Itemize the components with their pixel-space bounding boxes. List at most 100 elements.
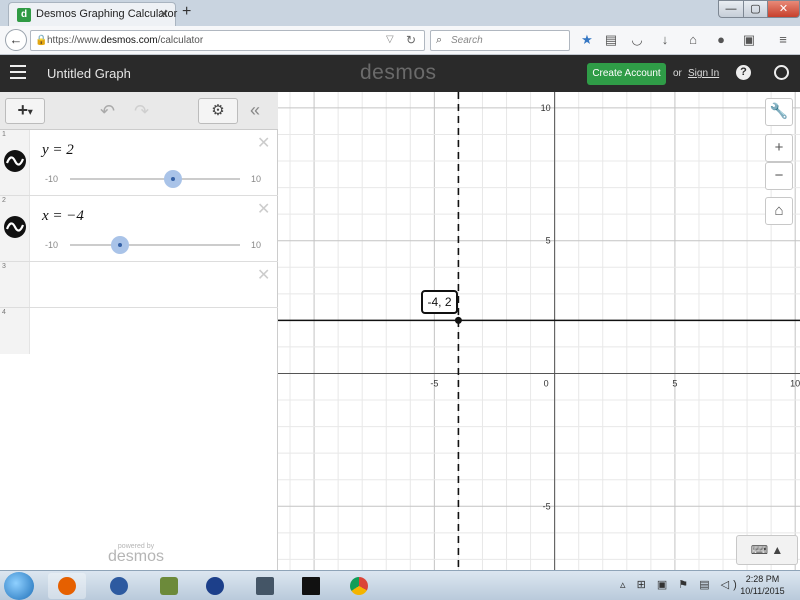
slider-track[interactable] <box>70 178 240 180</box>
taskbar-thunderbird[interactable] <box>100 573 138 599</box>
taskbar-app[interactable] <box>196 573 234 599</box>
powered-by-desmos: powered by desmos <box>108 543 164 566</box>
browser-tab[interactable]: d Desmos Graphing Calculator ✕ <box>8 2 178 26</box>
y-tick-label: 10 <box>541 103 551 113</box>
default-viewport-button[interactable]: ⌂ <box>765 197 793 225</box>
back-button[interactable]: ← <box>5 29 27 51</box>
new-tab-button[interactable]: + <box>182 4 191 20</box>
expression-row[interactable]: 1 y = 2 ✕ -10 10 <box>0 130 278 196</box>
app-icon <box>256 577 274 595</box>
graph-style-toggle-icon[interactable] <box>4 150 26 172</box>
slider-max[interactable]: 10 <box>251 240 261 250</box>
zoom-in-button[interactable]: + <box>765 134 793 162</box>
point-coordinate-label[interactable]: -4, 2 <box>421 290 458 314</box>
graph-settings-wrench-button[interactable]: 🔧 <box>765 98 793 126</box>
slider-max[interactable]: 10 <box>251 174 261 184</box>
window-close-button[interactable]: ✕ <box>767 0 800 18</box>
hamburger-menu-icon[interactable] <box>10 65 26 79</box>
graph-paper[interactable]: -5 0 5 10 10 5 -5 -4, 2 🔧 + − ⌂ ⌨ ▲ <box>278 92 800 570</box>
graph-style-toggle-icon[interactable] <box>4 216 26 238</box>
slider-knob[interactable] <box>164 170 182 188</box>
x-tick-label: -5 <box>430 378 438 388</box>
expression-row[interactable]: 3 ✕ <box>0 262 278 308</box>
app-header: Untitled Graph desmos Create Account or … <box>0 55 800 92</box>
add-expression-button[interactable]: +▾ <box>5 98 45 124</box>
redo-icon[interactable]: ↷ <box>134 101 149 122</box>
expression-input[interactable]: y = 2 <box>42 142 74 159</box>
keypad-toggle-button[interactable]: ⌨ ▲ <box>736 535 798 565</box>
caret-up-icon: ▲ <box>771 543 784 557</box>
reload-icon[interactable]: ↻ <box>406 33 416 47</box>
home-icon[interactable]: ⌂ <box>684 31 702 49</box>
taskbar-chrome[interactable] <box>340 573 378 599</box>
x-tick-label: 5 <box>672 378 677 388</box>
bookmark-star-icon[interactable]: ★ <box>578 31 596 49</box>
back-arrow-icon: ← <box>9 32 23 47</box>
windows-taskbar: ▵ ⊞ ▣ ⚑ ▤ ◁) 2:28 PM 10/11/2015 <box>0 570 800 600</box>
pocket-icon[interactable]: ◡ <box>628 31 646 49</box>
delete-expression-icon[interactable]: ✕ <box>257 265 270 285</box>
expression-index: 3 <box>2 263 6 270</box>
chrome-icon <box>350 577 368 595</box>
graph-settings-button[interactable]: ⚙ <box>198 98 238 124</box>
bookmarks-list-icon[interactable]: ▤ <box>602 31 620 49</box>
or-text: or <box>673 68 682 79</box>
download-icon[interactable]: ↓ <box>656 31 674 49</box>
zoom-out-button[interactable]: − <box>765 162 793 190</box>
undo-icon[interactable]: ↶ <box>100 101 115 122</box>
expression-gutter: 2 <box>0 196 30 261</box>
firefox-icon <box>58 577 76 595</box>
intersection-point <box>454 316 462 324</box>
delete-expression-icon[interactable]: ✕ <box>257 133 270 153</box>
url-path: /calculator <box>157 35 204 46</box>
expression-input[interactable]: x = −4 <box>42 208 84 225</box>
expression-row[interactable]: 2 x = −4 ✕ -10 10 <box>0 196 278 262</box>
desmos-favicon-icon: d <box>17 8 31 22</box>
taskbar-command-prompt[interactable] <box>292 573 330 599</box>
url-bar[interactable]: 🔒 https://www.desmos.com/calculator ▽ ↻ <box>30 30 425 51</box>
thunderbird-icon <box>110 577 128 595</box>
help-icon[interactable]: ? <box>736 65 751 80</box>
expression-index: 4 <box>2 309 6 316</box>
chat-icon[interactable]: ● <box>712 31 730 49</box>
slider-min[interactable]: -10 <box>45 240 58 250</box>
lock-icon: 🔒 <box>35 35 48 46</box>
delete-expression-icon[interactable]: ✕ <box>257 199 270 219</box>
keyboard-icon: ⌨ <box>750 543 769 557</box>
plus-icon: + <box>774 139 784 156</box>
slider-knob[interactable] <box>111 236 129 254</box>
tab-close-icon[interactable]: ✕ <box>159 7 169 21</box>
expression-index: 2 <box>2 197 6 204</box>
home-icon: ⌂ <box>774 202 784 219</box>
language-globe-icon[interactable] <box>774 65 789 80</box>
terminal-icon <box>302 577 320 595</box>
sign-in-link[interactable]: Sign In <box>688 68 719 79</box>
taskbar-firefox[interactable] <box>48 573 86 599</box>
slider-track[interactable] <box>70 244 240 246</box>
taskbar-app[interactable] <box>246 573 284 599</box>
menu-icon[interactable]: ≡ <box>774 31 792 49</box>
window-maximize-button[interactable]: ▢ <box>743 0 768 18</box>
url-text: https://www.desmos.com/calculator <box>47 35 203 46</box>
slider-min[interactable]: -10 <box>45 174 58 184</box>
expression-gutter: 4 <box>0 308 30 354</box>
create-account-button[interactable]: Create Account <box>587 63 666 85</box>
minus-icon: − <box>774 167 784 184</box>
expression-index: 1 <box>2 131 6 138</box>
graph-title[interactable]: Untitled Graph <box>47 66 131 81</box>
url-dropdown-icon[interactable]: ▽ <box>386 34 394 45</box>
start-button[interactable] <box>4 572 34 600</box>
search-bar[interactable]: ⌕ Search <box>430 30 570 51</box>
graph-canvas[interactable]: -5 0 5 10 10 5 -5 <box>278 92 800 570</box>
system-tray[interactable]: ▵ ⊞ ▣ ⚑ ▤ ◁) <box>620 578 741 591</box>
clock-date: 10/11/2015 <box>740 586 785 596</box>
collapse-panel-icon[interactable]: « <box>250 100 260 121</box>
window-minimize-button[interactable]: — <box>718 0 744 18</box>
expression-panel: +▾ ↶ ↷ ⚙ « 1 y = 2 ✕ -10 10 2 x = −4 ✕ -… <box>0 92 278 570</box>
expression-row[interactable]: 4 <box>0 308 278 354</box>
system-clock[interactable]: 2:28 PM 10/11/2015 <box>735 573 790 597</box>
tab-title: Desmos Graphing Calculator <box>36 8 178 20</box>
taskbar-app[interactable] <box>150 573 188 599</box>
y-tick-label: 5 <box>546 236 551 246</box>
extension-icon[interactable]: ▣ <box>740 31 758 49</box>
